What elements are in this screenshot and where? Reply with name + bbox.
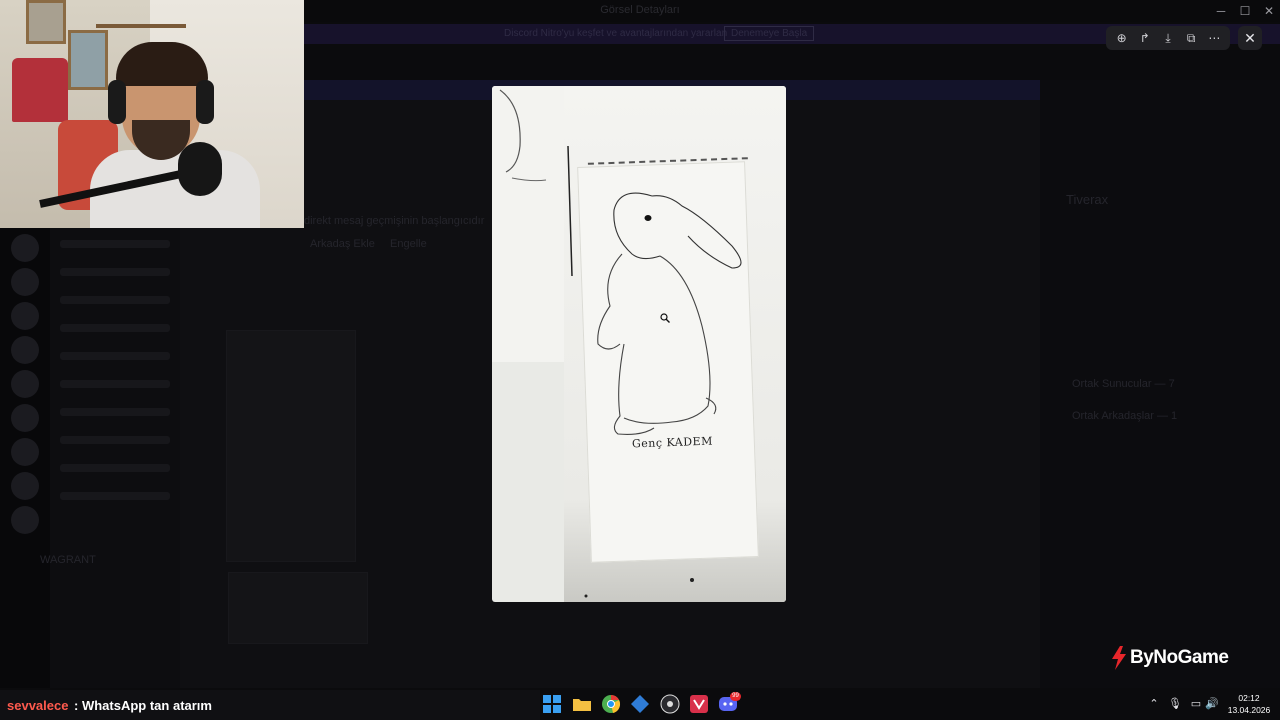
list-item[interactable] [60, 408, 170, 416]
app-icon-blue[interactable] [630, 694, 650, 714]
zoom-cursor-icon [660, 313, 670, 323]
dm-list: WAGRANT [40, 228, 180, 688]
server-icon[interactable] [11, 404, 39, 432]
sponsor-name: ByNoGame [1130, 647, 1229, 668]
headphone-left [108, 80, 126, 124]
server-icon[interactable] [11, 234, 39, 262]
viewer-toolbar: ⊕ ↱ ⤓ ⧉ ⋯ [1106, 26, 1230, 50]
headphone-right [196, 80, 214, 124]
mutual-friends[interactable]: Ortak Arkadaşlar — 1 [1072, 410, 1177, 422]
block-button[interactable]: Engelle [390, 238, 427, 250]
windows-start-icon[interactable] [542, 694, 562, 714]
open-external-icon[interactable]: ⧉ [1182, 29, 1200, 47]
server-icon[interactable] [11, 438, 39, 466]
webcam-overlay [0, 0, 304, 228]
screen: Görsel Detayları ─ ☐ ✕ Discord Nitro'yu … [0, 0, 1280, 720]
server-label: WAGRANT [40, 554, 96, 566]
list-item[interactable] [60, 240, 170, 248]
webcam-shelf [96, 24, 186, 28]
banner-button[interactable]: Denemeye Başla [724, 26, 815, 41]
server-icon[interactable] [11, 336, 39, 364]
close-window-button[interactable]: ✕ [1258, 2, 1280, 20]
server-icon[interactable] [11, 302, 39, 330]
zoom-icon[interactable]: ⊕ [1113, 29, 1131, 47]
chrome-icon[interactable] [601, 694, 621, 714]
chat-message-line: : WhatsApp tan atarım [74, 698, 212, 713]
add-friend-button[interactable]: Arkadaş Ekle [310, 238, 375, 250]
list-item[interactable] [60, 352, 170, 360]
webcam-jersey [12, 58, 68, 122]
chevron-up-icon[interactable]: ⌃ [1147, 697, 1161, 711]
webcam-map [68, 30, 108, 90]
chat-hint: direkt mesaj geçmişinin başlangıcıdır [304, 215, 485, 227]
list-item[interactable] [60, 296, 170, 304]
minimize-button[interactable]: ─ [1210, 2, 1232, 20]
list-item[interactable] [60, 268, 170, 276]
webcam-poster [26, 0, 66, 44]
chat-username: sevvalece [7, 698, 69, 713]
clock-time: 02:12 [1238, 693, 1260, 703]
maximize-button[interactable]: ☐ [1234, 2, 1256, 20]
download-icon[interactable]: ⤓ [1159, 29, 1177, 47]
forward-icon[interactable]: ↱ [1136, 29, 1154, 47]
list-item[interactable] [60, 492, 170, 500]
volume-icon[interactable]: 🔊 [1205, 697, 1219, 711]
bynogame-logo-icon [1112, 646, 1126, 670]
list-item[interactable] [60, 464, 170, 472]
server-list [0, 228, 50, 688]
sponsor-logo: ByNoGame [1110, 645, 1229, 671]
app-icon-red[interactable] [689, 694, 709, 714]
profile-name: Tiverax [1066, 192, 1109, 207]
list-item[interactable] [60, 380, 170, 388]
list-item[interactable] [60, 324, 170, 332]
chat-image[interactable] [228, 572, 368, 644]
stream-chat-overlay: sevvalece : WhatsApp tan atarım [0, 690, 540, 720]
server-icon[interactable] [11, 472, 39, 500]
microphone [178, 142, 222, 196]
system-clock[interactable]: 02:12 13.04.2026 [1222, 692, 1276, 716]
mutual-servers[interactable]: Ortak Sunucular — 7 [1072, 378, 1175, 390]
server-icon[interactable] [11, 506, 39, 534]
list-item[interactable] [60, 436, 170, 444]
more-icon[interactable]: ⋯ [1205, 29, 1223, 47]
viewed-image[interactable]: Genç KADEM [492, 86, 786, 602]
profile-panel: Tiverax Ortak Sunucular — 7 Ortak Arkada… [1040, 80, 1280, 688]
server-icon[interactable] [11, 268, 39, 296]
mic-icon[interactable]: 🎙 [1168, 697, 1182, 711]
chat-message: WhatsApp tan atarım [81, 698, 212, 713]
server-icon[interactable] [11, 370, 39, 398]
banner-text: Discord Nitro'yu keşfet ve avantajlarınd… [504, 28, 728, 39]
clock-date: 13.04.2026 [1227, 705, 1271, 715]
discord-badge: 99 [730, 692, 741, 701]
obs-icon[interactable] [660, 694, 680, 714]
rabbit-sketch [499, 89, 742, 598]
file-explorer-icon[interactable] [572, 694, 592, 714]
chat-image[interactable] [226, 330, 356, 562]
chat-separator: : [74, 698, 79, 713]
close-viewer-button[interactable]: ✕ [1238, 26, 1262, 50]
network-icon[interactable]: ▭ [1189, 697, 1203, 711]
